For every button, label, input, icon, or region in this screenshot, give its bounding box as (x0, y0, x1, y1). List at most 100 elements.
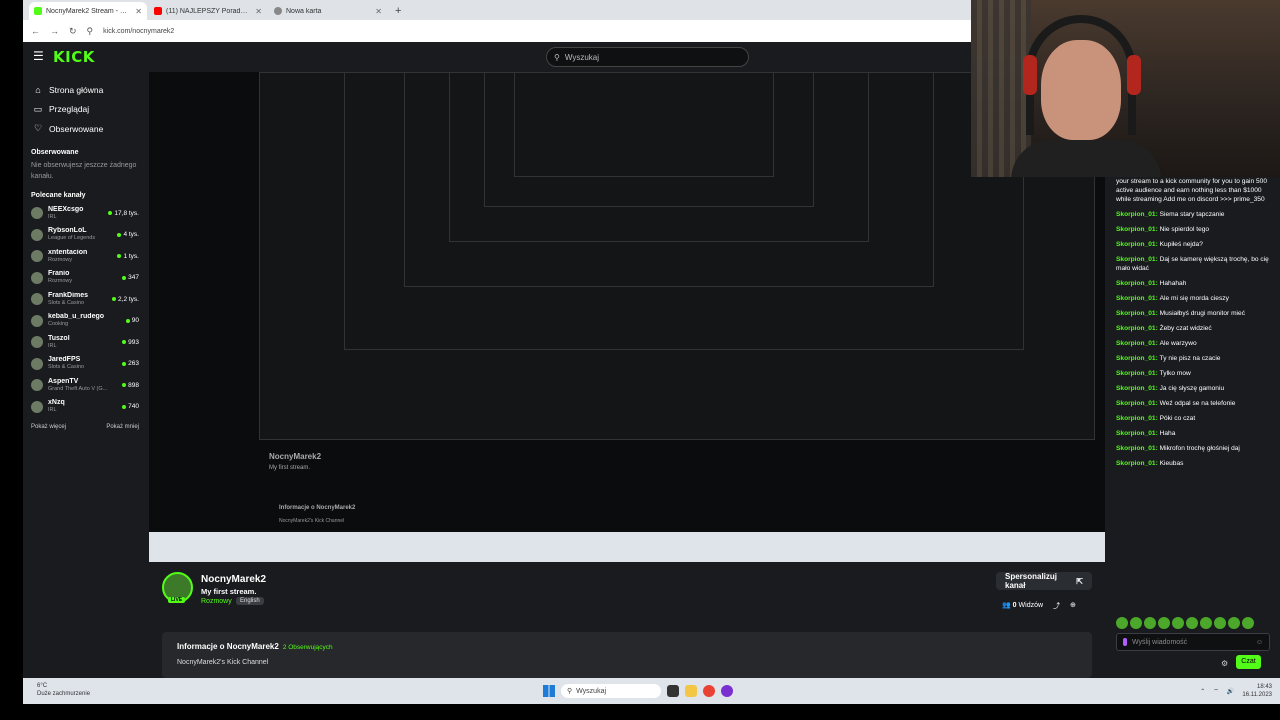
channel-row[interactable]: FrankDimes Slots & Casino 2,2 tys. (31, 289, 139, 311)
channel-row[interactable]: AspenTV Grand Theft Auto V (G... 898 (31, 375, 139, 397)
browser-tab-1[interactable]: (11) NAJLEPSZY Poradnik CS ✕ (149, 2, 267, 20)
channel-info: RybsonLoL League of Legends (48, 227, 112, 242)
browser-tab-2[interactable]: Nowa karta ✕ (269, 2, 387, 20)
chat-username[interactable]: Skorpion_01 (1116, 370, 1156, 377)
chat-message-input[interactable]: Wyślij wiadomość ☺ (1116, 633, 1270, 651)
clock[interactable]: 18:43 16.11.2023 (1242, 683, 1272, 699)
chat-username[interactable]: Skorpion_01 (1116, 256, 1156, 263)
sidebar-item-following[interactable]: ♡ Obserwowane (31, 119, 139, 139)
channel-row[interactable]: Tuszol IRL 993 (31, 332, 139, 354)
channel-row[interactable]: Franio Rozmowy 347 (31, 267, 139, 289)
channel-name: kebab_u_rudego (48, 313, 105, 321)
obs-icon[interactable] (721, 685, 733, 697)
viewer-count: 2,2 tys. (112, 296, 139, 303)
close-icon[interactable]: ✕ (135, 7, 142, 16)
emote-icon[interactable] (1172, 617, 1184, 629)
followed-empty-text: Nie obserwujesz jeszcze żadnego kanału. (31, 161, 137, 180)
taskbar-search[interactable]: ⚲ Wyszukaj (561, 684, 661, 698)
chrome-icon[interactable] (703, 685, 715, 697)
emote-icon[interactable] (1228, 617, 1240, 629)
emote-icon[interactable] (1130, 617, 1142, 629)
emote-icon[interactable] (1200, 617, 1212, 629)
chat-username[interactable]: Skorpion_01 (1116, 385, 1156, 392)
emote-icon[interactable] (1186, 617, 1198, 629)
channel-category: League of Legends (48, 235, 96, 242)
menu-icon[interactable]: ☰ (33, 50, 44, 62)
gear-icon[interactable]: ⚙ (1221, 659, 1228, 668)
chat-username[interactable]: Skorpion_01 (1116, 280, 1156, 287)
viewer-count: 1 tys. (117, 253, 139, 260)
channel-row[interactable]: NEEXcsgo IRL 17,8 tys. (31, 203, 139, 225)
chat-message: Skorpion_01: Siema stary tapczanie (1116, 210, 1276, 219)
chat-message: Skorpion_01: Weź odpal se na telefonie (1116, 399, 1276, 408)
chat-username[interactable]: Skorpion_01 (1116, 241, 1156, 248)
personalize-channel-button[interactable]: Spersonalizuj kanał ⇱ (996, 572, 1092, 590)
channel-row[interactable]: JaredFPS Slots & Casino 263 (31, 353, 139, 375)
channel-name: Franio (48, 270, 70, 278)
weather-widget[interactable]: 6°C Duże zachmurzenie (37, 682, 90, 698)
close-icon[interactable]: ✕ (375, 7, 382, 16)
search-input[interactable]: ⚲ Wyszukaj (546, 47, 749, 67)
emote-icon[interactable] (1158, 617, 1170, 629)
video-player[interactable]: NocnyMarek2 My first stream. Informacje … (149, 72, 1105, 562)
reload-icon[interactable]: ↻ (69, 26, 77, 37)
chat-send-button[interactable]: Czat (1236, 655, 1261, 669)
sidebar-item-browse[interactable]: ▭ Przeglądaj (31, 100, 139, 120)
channel-row[interactable]: kebab_u_rudego Cooking 90 (31, 310, 139, 332)
emote-icon[interactable] (1116, 617, 1128, 629)
emote-icon[interactable] (1242, 617, 1254, 629)
close-icon[interactable]: ✕ (255, 7, 262, 16)
viewer-number: 4 tys. (123, 231, 139, 239)
url-field[interactable]: kick.com/nocnymarek2 (103, 28, 963, 35)
language-badge[interactable]: English (236, 597, 264, 605)
chat-username[interactable]: Skorpion_01 (1116, 430, 1156, 437)
chat-username[interactable]: Skorpion_01 (1116, 325, 1156, 332)
channel-row[interactable]: xntentacion Rozmowy 1 tys. (31, 246, 139, 268)
live-dot-icon (122, 340, 127, 345)
task-view-icon[interactable] (667, 685, 679, 697)
chat-text: Siema stary tapczanie (1159, 211, 1225, 218)
stream-category[interactable]: Rozmowy (201, 598, 232, 605)
chat-text: Tylko mow (1159, 370, 1191, 377)
chat-username[interactable]: Skorpion_01 (1116, 355, 1156, 362)
emote-icon[interactable] (1214, 617, 1226, 629)
chat-username[interactable]: Skorpion_01 (1116, 211, 1156, 218)
chevron-up-icon[interactable]: ⌃ (1200, 688, 1205, 695)
chat-username[interactable]: Skorpion_01 (1116, 295, 1156, 302)
channel-name[interactable]: NocnyMarek2 (201, 574, 266, 585)
emote-bar (1116, 617, 1254, 629)
site-info-icon[interactable]: ⚲ (87, 26, 94, 37)
channel-name: xntentacion (48, 248, 88, 256)
chat-username[interactable]: Skorpion_01 (1116, 340, 1156, 347)
new-tab-button[interactable]: + (389, 2, 407, 20)
windows-start-icon[interactable] (543, 685, 555, 697)
share-icon[interactable]: ⤴ (1053, 601, 1060, 611)
chat-username[interactable]: Skorpion_01 (1116, 445, 1156, 452)
channel-info: NEEXcsgo IRL (48, 206, 103, 221)
weather-desc: Duże zachmurzenie (37, 691, 91, 697)
chat-text: Ale warzywo (1159, 340, 1197, 347)
browser-tab-0[interactable]: NocnyMarek2 Stream - Watch ✕ (29, 2, 147, 20)
file-explorer-icon[interactable] (685, 685, 697, 697)
chat-username[interactable]: Skorpion_01 (1116, 415, 1156, 422)
channel-name: xNzq (48, 399, 65, 407)
show-less-link[interactable]: Pokaż mniej (106, 424, 139, 430)
chat-username[interactable]: Skorpion_01 (1116, 310, 1156, 317)
emoji-icon[interactable]: ☺ (1256, 639, 1263, 646)
network-icon[interactable]: ⌔ (1213, 687, 1219, 695)
show-more-link[interactable]: Pokaż więcej (31, 424, 66, 430)
sidebar-item-home[interactable]: ⌂ Strona główna (31, 80, 139, 100)
kick-logo[interactable]: KICK (53, 48, 95, 66)
chat-username[interactable]: Skorpion_01 (1116, 400, 1156, 407)
chat-username[interactable]: Skorpion_01 (1116, 460, 1156, 467)
viewer-count: 👥 0 Widzów ⤴ ⊕ (1002, 601, 1076, 611)
channel-row[interactable]: xNzq IRL 740 (31, 396, 139, 418)
volume-icon[interactable]: 🔊 (1227, 688, 1234, 695)
chat-username[interactable]: Skorpion_01 (1116, 226, 1156, 233)
user-add-icon[interactable]: ⊕ (1070, 601, 1076, 611)
emote-icon[interactable] (1144, 617, 1156, 629)
channel-row[interactable]: RybsonLoL League of Legends 4 tys. (31, 224, 139, 246)
forward-icon[interactable]: → (50, 26, 59, 36)
back-icon[interactable]: ← (31, 26, 40, 36)
chat-intro: your stream to a kick community for you … (1116, 178, 1267, 203)
